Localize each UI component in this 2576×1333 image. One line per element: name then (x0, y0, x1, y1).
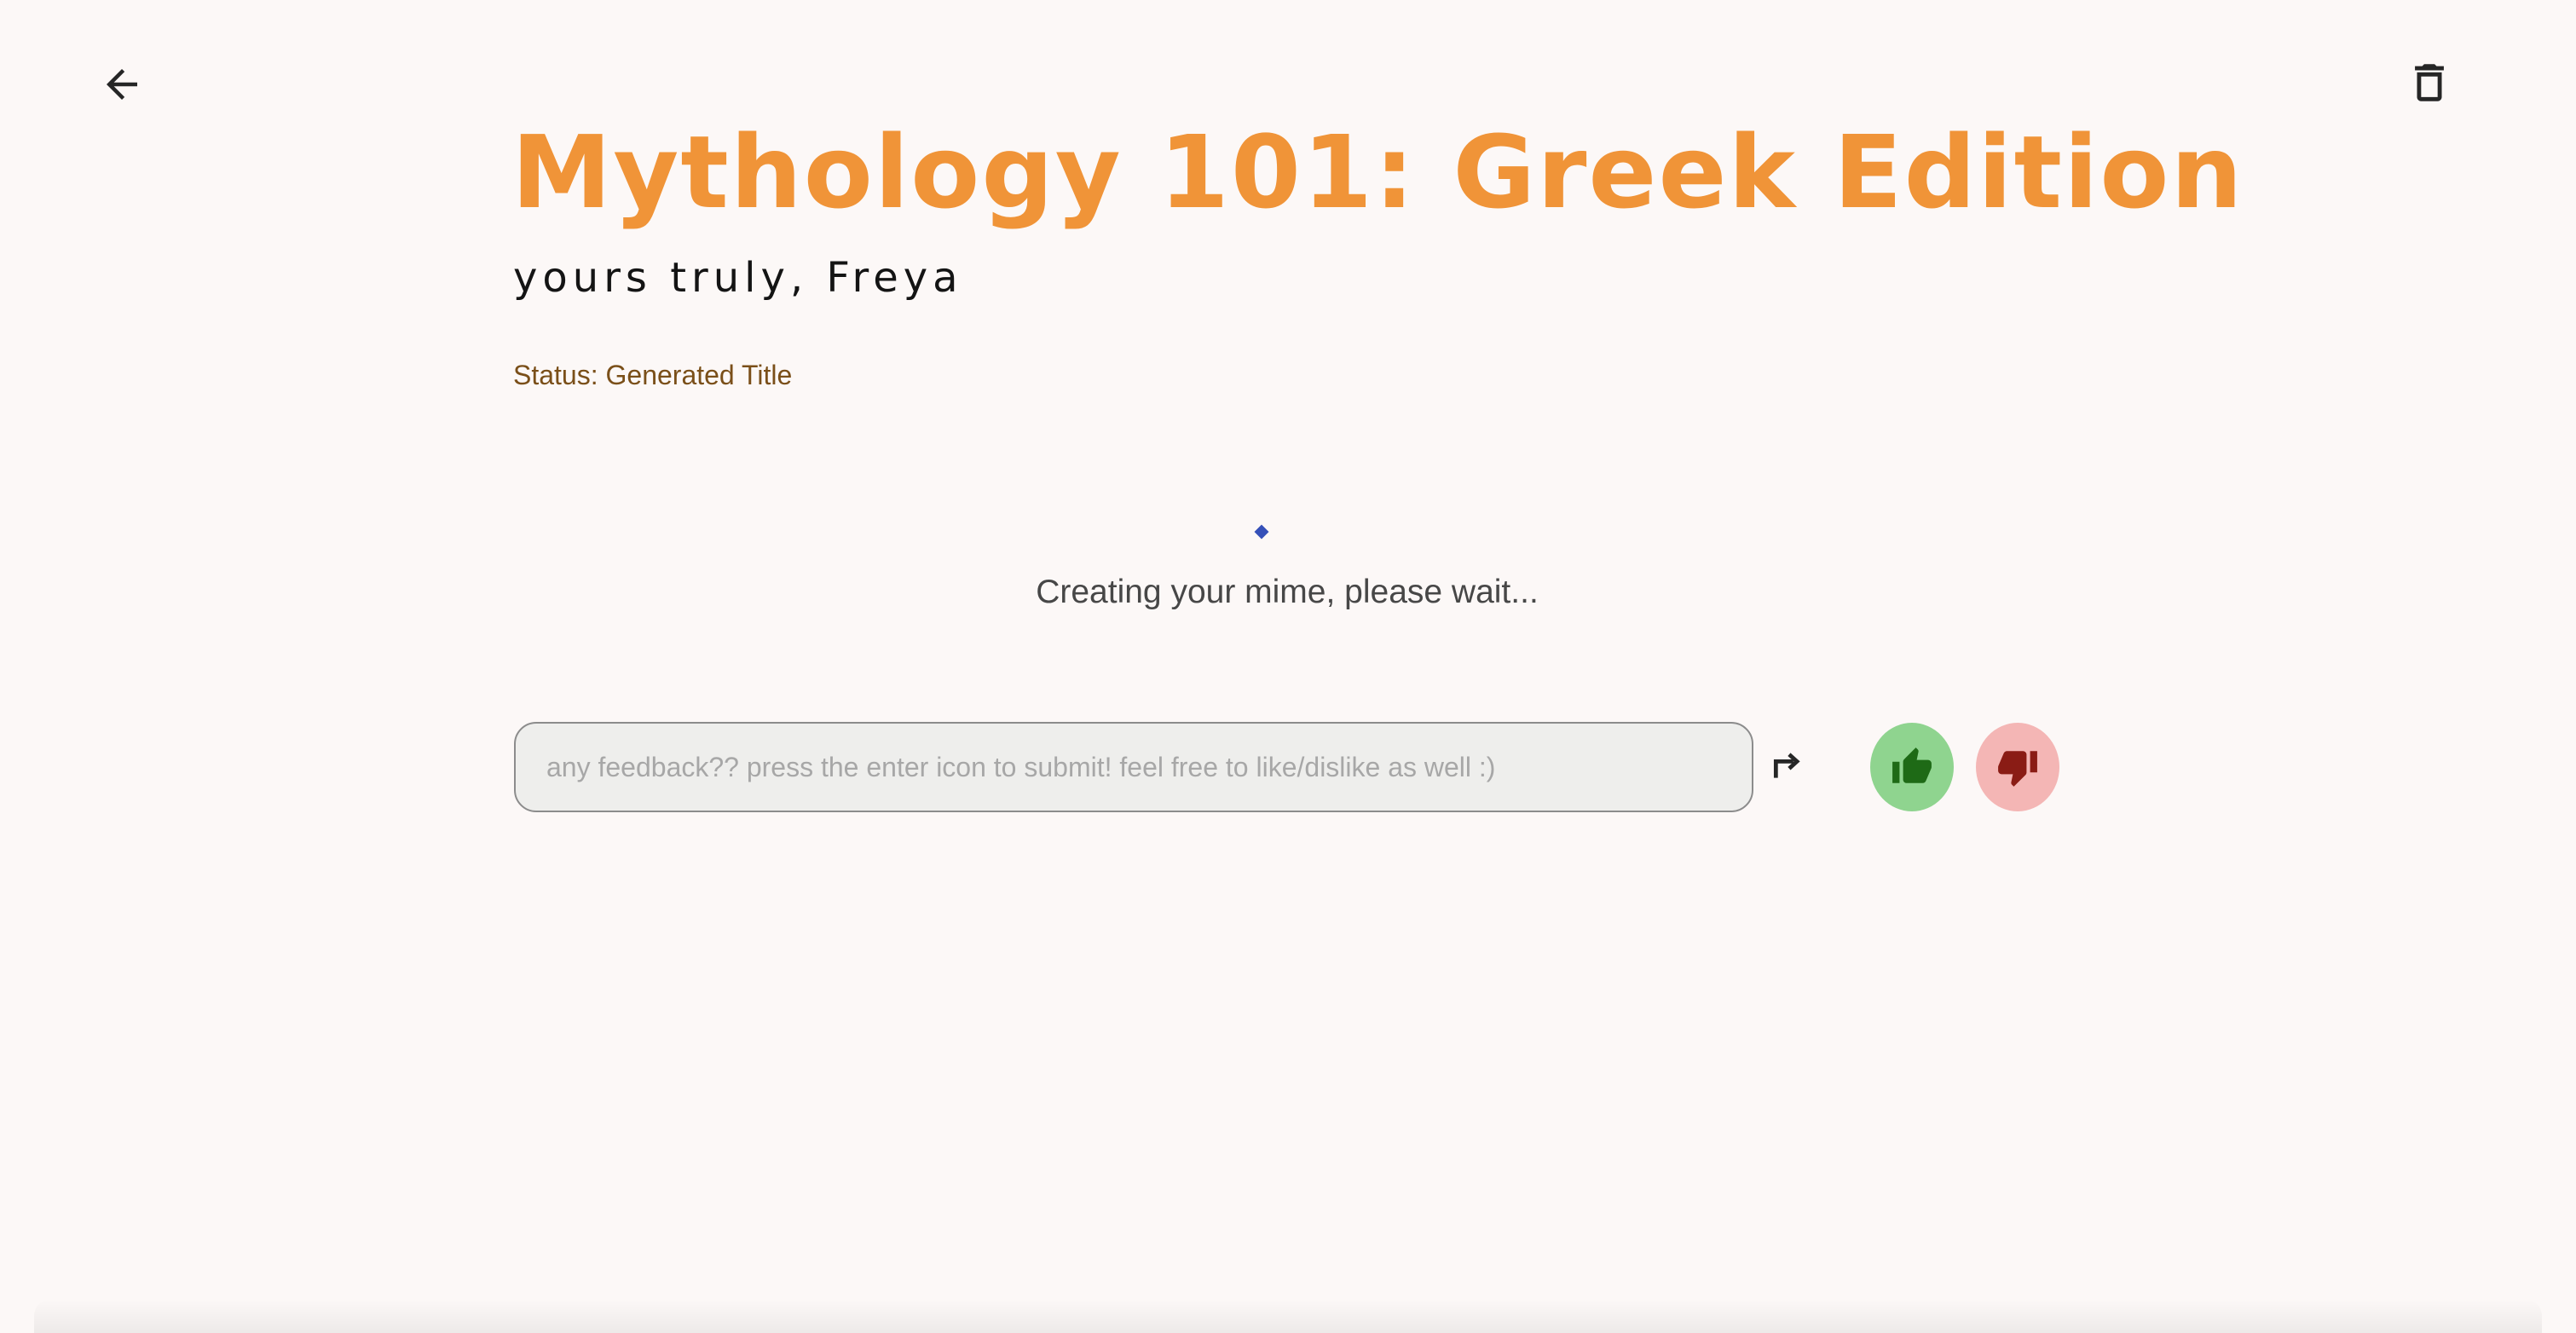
thumbs-up-icon (1892, 747, 1932, 783)
arrow-left-icon (107, 69, 137, 100)
author-subtitle: yours truly, Freya (513, 254, 963, 302)
delete-button[interactable] (2400, 53, 2459, 113)
feedback-input[interactable] (514, 722, 1753, 812)
status-text: Status: Generated Title (513, 360, 793, 390)
submit-feedback-button[interactable] (1766, 742, 1811, 789)
enter-arrow-icon (1773, 753, 1800, 778)
thumbs-down-icon (1998, 751, 2037, 787)
bottom-edge-shadow (34, 1299, 2542, 1333)
loading-message: Creating your mime, please wait... (1036, 574, 1539, 610)
page-title: Mythology 101: Greek Edition (511, 113, 2244, 231)
loading-spinner (1254, 524, 1269, 540)
back-button[interactable] (92, 55, 152, 114)
dislike-button[interactable] (1976, 723, 2059, 811)
like-button[interactable] (1870, 723, 1954, 811)
mime-page: Mythology 101: Greek Edition yours truly… (0, 0, 2576, 1333)
trash-icon (2415, 64, 2444, 101)
